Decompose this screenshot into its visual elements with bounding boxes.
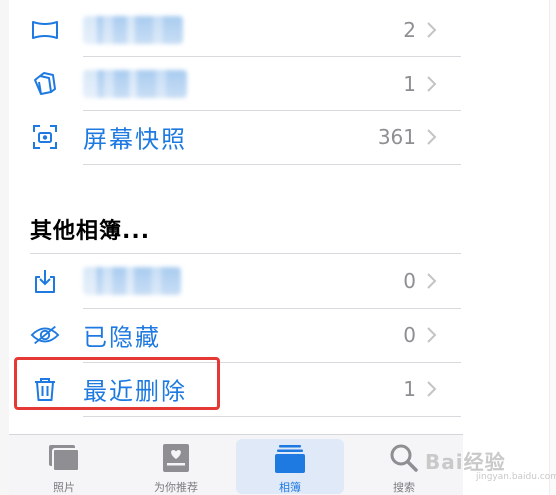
separator bbox=[83, 164, 461, 165]
blurred-album-name bbox=[83, 16, 183, 44]
photos-tab-icon bbox=[47, 443, 81, 473]
tab-label: 为你推荐 bbox=[154, 481, 198, 494]
photos-albums-screen: 2 1 屏幕快照 361 其他相簿... 0 已隐藏 0 最近删除 1 照片 为… bbox=[0, 0, 556, 495]
chevron-right-icon bbox=[424, 20, 438, 40]
album-name: 已隐藏 bbox=[83, 323, 161, 352]
baidu-watermark-url: jingyan.baidu.com bbox=[476, 472, 556, 482]
highlight-box bbox=[14, 357, 220, 410]
tab-for-you[interactable]: 为你推荐 bbox=[126, 435, 226, 495]
album-row-hidden[interactable]: 已隐藏 0 bbox=[0, 308, 556, 362]
import-icon bbox=[30, 266, 60, 296]
separator bbox=[83, 416, 461, 417]
tab-photos[interactable]: 照片 bbox=[14, 435, 114, 495]
other-albums-title: 其他相簿... bbox=[30, 219, 151, 244]
search-tab-icon bbox=[387, 443, 421, 473]
album-count: 1 bbox=[403, 72, 416, 96]
albums-tab-icon bbox=[273, 444, 307, 474]
chevron-right-icon bbox=[424, 271, 438, 291]
hidden-eye-icon bbox=[30, 320, 60, 350]
tab-label: 照片 bbox=[53, 481, 75, 494]
chevron-right-icon bbox=[424, 74, 438, 94]
album-count: 1 bbox=[403, 377, 416, 401]
album-row-imports[interactable]: 0 bbox=[0, 254, 556, 308]
baidu-watermark: Bai经验 bbox=[425, 450, 506, 474]
burst-icon bbox=[30, 69, 60, 99]
tab-label: 搜索 bbox=[393, 481, 415, 494]
album-row-panorama[interactable]: 2 bbox=[0, 3, 556, 57]
chevron-right-icon bbox=[424, 379, 438, 399]
tab-albums[interactable]: 相簿 bbox=[236, 439, 344, 494]
album-count: 0 bbox=[403, 269, 416, 293]
album-count: 2 bbox=[403, 18, 416, 42]
blurred-album-name bbox=[83, 267, 181, 295]
album-count: 361 bbox=[377, 125, 416, 149]
chevron-right-icon bbox=[424, 127, 438, 147]
tab-bar: 照片 为你推荐 相簿 搜索 bbox=[9, 434, 463, 495]
album-row-burst[interactable]: 1 bbox=[0, 57, 556, 111]
for-you-tab-icon bbox=[159, 443, 193, 473]
screenshot-icon bbox=[30, 122, 60, 152]
blurred-album-name bbox=[83, 70, 187, 98]
tab-label: 相簿 bbox=[279, 481, 301, 494]
album-row-screenshots[interactable]: 屏幕快照 361 bbox=[0, 110, 556, 164]
album-name: 屏幕快照 bbox=[83, 125, 187, 154]
chevron-right-icon bbox=[424, 325, 438, 345]
album-count: 0 bbox=[403, 323, 416, 347]
panorama-icon bbox=[30, 15, 60, 45]
